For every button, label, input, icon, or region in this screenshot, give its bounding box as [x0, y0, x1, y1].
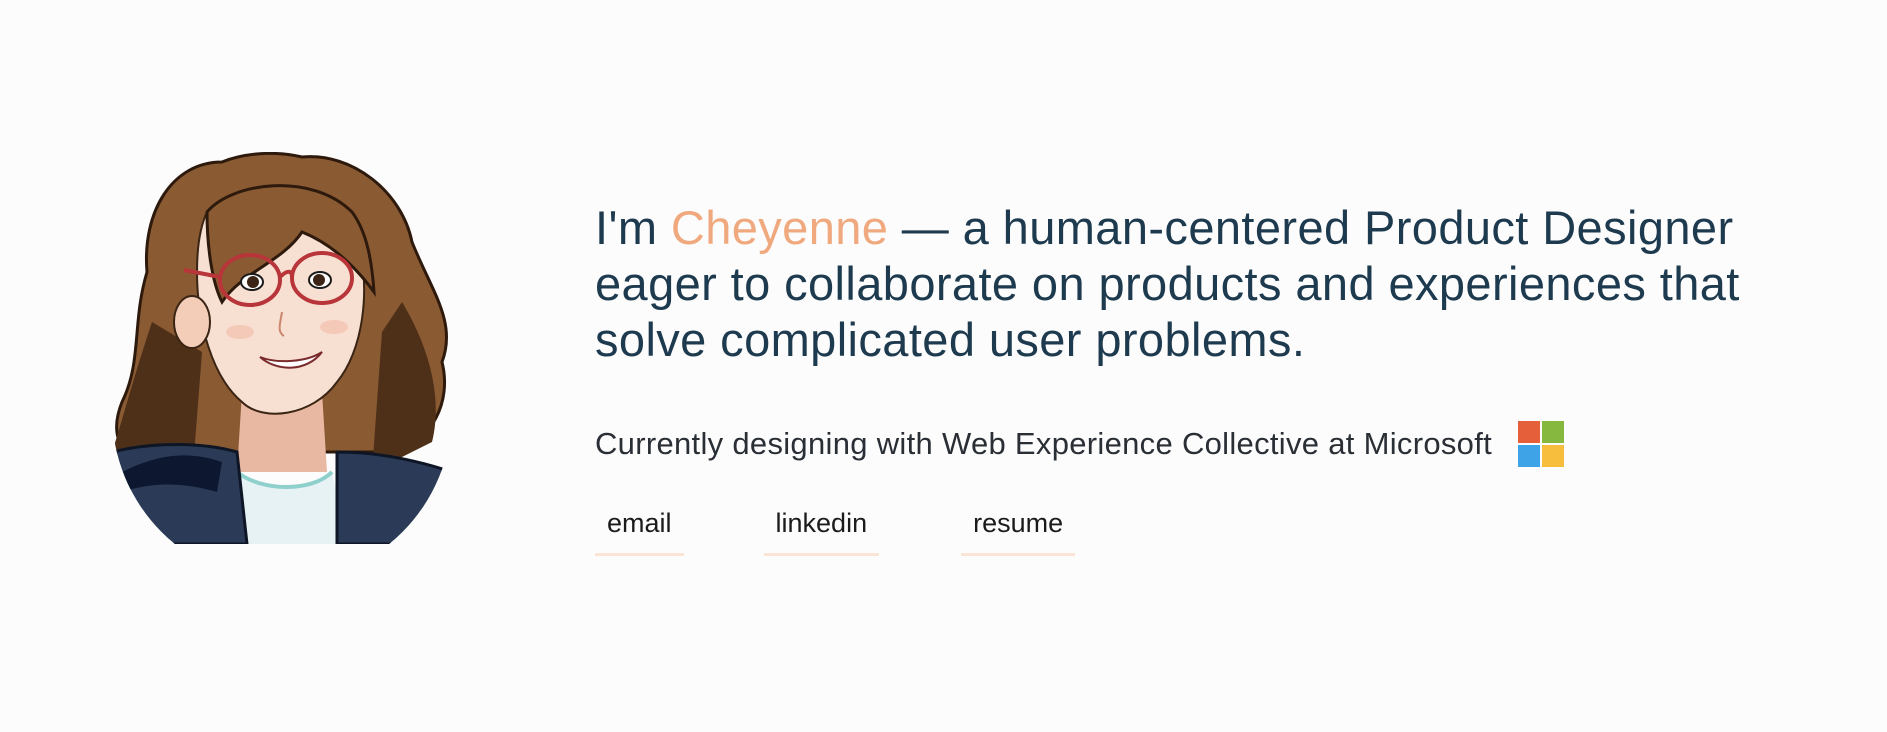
microsoft-logo-blue-square	[1518, 445, 1541, 467]
intro-line2: eager to collaborate on products and exp…	[595, 257, 1740, 310]
intro-rest-line1: — a human-centered Product Designer	[888, 201, 1734, 254]
linkedin-link[interactable]: linkedin	[763, 508, 880, 556]
microsoft-logo-green-square	[1542, 421, 1565, 443]
resume-link[interactable]: resume	[961, 508, 1076, 556]
intro-line3: solve complicated user problems.	[595, 313, 1306, 366]
intro-prefix: I'm	[595, 201, 658, 254]
avatar-illustration	[112, 152, 452, 544]
avatar	[112, 152, 452, 544]
current-role: Currently designing with Web Experience …	[595, 420, 1855, 468]
email-link[interactable]: email	[595, 508, 684, 556]
intro-headline: I'm Cheyenne — a human-centered Product …	[595, 200, 1855, 368]
current-role-text: Currently designing with Web Experience …	[595, 426, 1493, 461]
designer-name: Cheyenne	[670, 201, 889, 254]
contact-links: email linkedin resume	[595, 508, 1855, 556]
microsoft-logo-icon	[1518, 421, 1565, 467]
microsoft-logo-red-square	[1518, 421, 1541, 443]
microsoft-logo-yellow-square	[1542, 445, 1565, 467]
intro-section: I'm Cheyenne — a human-centered Product …	[595, 200, 1855, 556]
